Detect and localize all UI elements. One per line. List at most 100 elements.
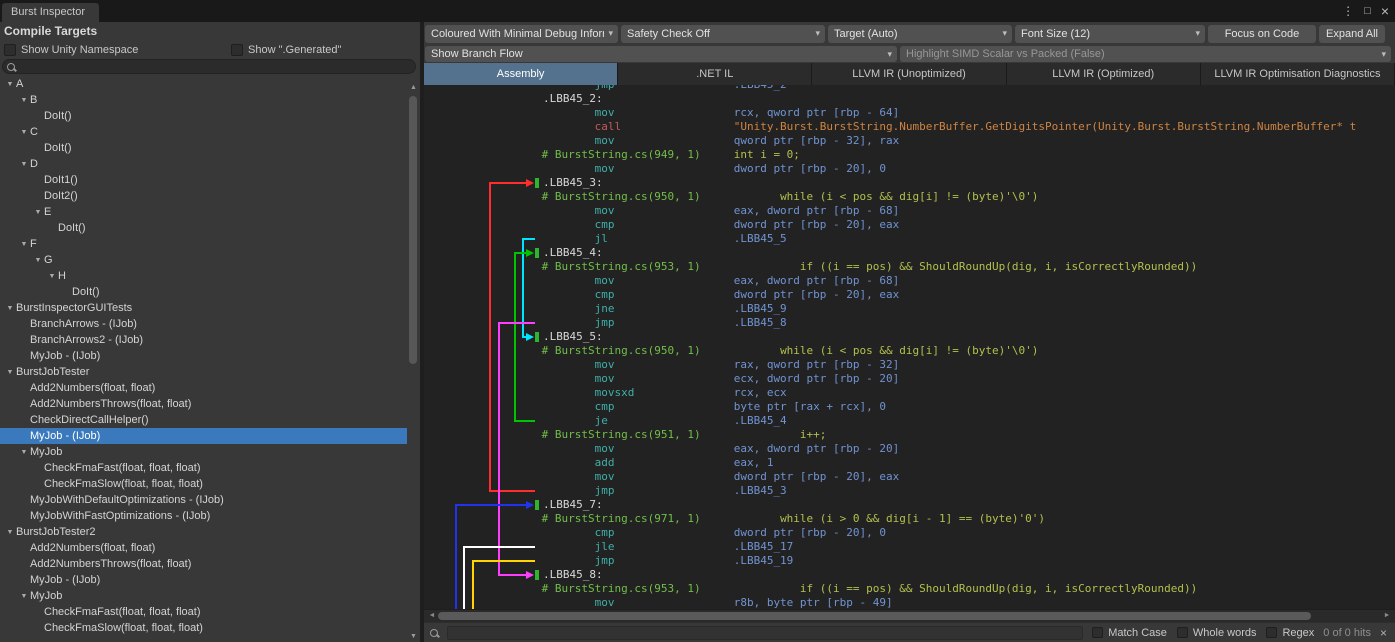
tree-item-doit[interactable]: DoIt() <box>0 220 407 236</box>
tree-item-add2numbersthrows-float-float[interactable]: Add2NumbersThrows(float, float) <box>0 396 407 412</box>
close-icon[interactable]: × <box>1381 3 1389 19</box>
dropdown-safety-check-off[interactable]: Safety Check Off▾ <box>621 25 825 43</box>
tree-item-label: Add2NumbersThrows(float, float) <box>30 558 191 570</box>
foldout-arrow-icon[interactable]: ▼ <box>18 241 30 248</box>
toggle-regex[interactable]: Regex <box>1266 627 1314 639</box>
tab-llvm-ir-optimized[interactable]: LLVM IR (Optimized) <box>1007 63 1201 85</box>
foldout-arrow-icon[interactable]: ▼ <box>18 593 30 600</box>
tree-item-brancharrows-ijob[interactable]: BranchArrows - (IJob) <box>0 316 407 332</box>
horizontal-scrollbar-thumb[interactable] <box>438 612 1311 620</box>
button-expand-all[interactable]: Expand All <box>1319 25 1385 43</box>
scroll-right-icon[interactable]: ► <box>1381 610 1393 622</box>
tree-item-add2numbers-float-float[interactable]: Add2Numbers(float, float) <box>0 540 407 556</box>
tree-item-checkdirectcallhelper[interactable]: CheckDirectCallHelper() <box>0 412 407 428</box>
tree-item-add2numbersthrows-float-float[interactable]: Add2NumbersThrows(float, float) <box>0 556 407 572</box>
foldout-arrow-icon[interactable]: ▼ <box>4 369 16 376</box>
dropdown-target-auto[interactable]: Target (Auto)▾ <box>828 25 1012 43</box>
branch-arrow-yellow <box>473 561 535 609</box>
maximize-icon[interactable]: □ <box>1364 5 1371 17</box>
assembly-code-view[interactable]: jmp .LBB45_2.LBB45_2: mov rcx, qword ptr… <box>424 85 1395 609</box>
toolbar-row-primary: Coloured With Minimal Debug Information▾… <box>424 22 1395 45</box>
compile-targets-header: Compile Targets <box>4 24 97 38</box>
tree-item-checkfmaslow-float-float-float[interactable]: CheckFmaSlow(float, float, float) <box>0 620 407 636</box>
tab-net-il[interactable]: .NET IL <box>618 63 812 85</box>
checkbox-box[interactable] <box>1266 627 1277 638</box>
tree-item-add2numbers-float-float[interactable]: Add2Numbers(float, float) <box>0 380 407 396</box>
find-input[interactable] <box>448 631 1082 642</box>
foldout-arrow-icon[interactable]: ▼ <box>18 129 30 136</box>
tree-item-h[interactable]: ▼H <box>0 268 407 284</box>
toggle-whole-words[interactable]: Whole words <box>1177 627 1257 639</box>
toggle-match-case[interactable]: Match Case <box>1092 627 1167 639</box>
tree-item-doit1[interactable]: DoIt1() <box>0 172 407 188</box>
foldout-arrow-icon[interactable]: ▼ <box>18 161 30 168</box>
branch-arrowhead-magenta <box>526 571 534 579</box>
scroll-up-icon[interactable]: ▲ <box>407 84 420 91</box>
tab-llvm-ir-unoptimized[interactable]: LLVM IR (Unoptimized) <box>812 63 1006 85</box>
dropdown-show-branch-flow[interactable]: Show Branch Flow▾ <box>425 46 897 62</box>
foldout-arrow-icon[interactable]: ▼ <box>4 529 16 536</box>
control-label: Show Branch Flow <box>431 48 883 60</box>
branch-target-marker <box>535 500 539 510</box>
tree-item-d[interactable]: ▼D <box>0 156 407 172</box>
foldout-arrow-icon[interactable]: ▼ <box>18 97 30 104</box>
scroll-down-icon[interactable]: ▼ <box>407 633 420 640</box>
dropdown-highlight-simd-scalar-vs-packed-false[interactable]: Highlight SIMD Scalar vs Packed (False)▾ <box>900 46 1391 62</box>
tree-item-doit[interactable]: DoIt() <box>0 140 407 156</box>
menu-icon[interactable]: ⋮ <box>1342 4 1354 18</box>
tree-item-f[interactable]: ▼F <box>0 236 407 252</box>
dropdown-coloured-with-minimal-debug-information[interactable]: Coloured With Minimal Debug Information▾ <box>425 25 618 43</box>
tree-scrollbar-thumb[interactable] <box>409 96 417 364</box>
tree-item-g[interactable]: ▼G <box>0 252 407 268</box>
tree-item-e[interactable]: ▼E <box>0 204 407 220</box>
tree-item-myjobwithdefaultoptimizations-ijob[interactable]: MyJobWithDefaultOptimizations - (IJob) <box>0 492 407 508</box>
checkbox-show-generated[interactable]: Show ".Generated" <box>231 44 341 56</box>
dropdown-font-size-12[interactable]: Font Size (12)▾ <box>1015 25 1205 43</box>
tree-item-c[interactable]: ▼C <box>0 124 407 140</box>
tree-item-myjob-ijob[interactable]: MyJob - (IJob) <box>0 348 407 364</box>
tree-item-burstjobtester2[interactable]: ▼BurstJobTester2 <box>0 524 407 540</box>
tree-item-myjobwithfastoptimizations-ijob[interactable]: MyJobWithFastOptimizations - (IJob) <box>0 508 407 524</box>
tree-item-myjob[interactable]: ▼MyJob <box>0 588 407 604</box>
tree-item-doit[interactable]: DoIt() <box>0 108 407 124</box>
tree-item-a[interactable]: ▼A <box>0 76 407 92</box>
checkbox-show-unity-namespace[interactable]: Show Unity Namespace <box>4 44 138 56</box>
tree-item-myjob-ijob[interactable]: MyJob - (IJob) <box>0 572 407 588</box>
checkbox-box[interactable] <box>1177 627 1188 638</box>
tree-item-checkfmaslow-float-float-float[interactable]: CheckFmaSlow(float, float, float) <box>0 476 407 492</box>
foldout-arrow-icon[interactable]: ▼ <box>32 257 44 264</box>
tree-item-checkfmafast-float-float-float[interactable]: CheckFmaFast(float, float, float) <box>0 604 407 620</box>
asm-line: mov eax, dword ptr [rbp - 68] <box>535 204 1395 218</box>
foldout-arrow-icon[interactable]: ▼ <box>4 81 16 88</box>
checkbox-box[interactable] <box>1092 627 1103 638</box>
tree-item-myjob-ijob[interactable]: MyJob - (IJob) <box>0 428 407 444</box>
tree-item-burstjobtester[interactable]: ▼BurstJobTester <box>0 364 407 380</box>
foldout-arrow-icon[interactable]: ▼ <box>32 209 44 216</box>
checkbox-box[interactable] <box>4 44 16 56</box>
find-close-icon[interactable]: × <box>1380 626 1387 640</box>
tree-item-burstinspectorguitests[interactable]: ▼BurstInspectorGUITests <box>0 300 407 316</box>
checkbox-box[interactable] <box>231 44 243 56</box>
scroll-left-icon[interactable]: ◄ <box>426 610 438 622</box>
tree-item-doit[interactable]: DoIt() <box>0 284 407 300</box>
tab-llvm-ir-optimisation-diagnostics[interactable]: LLVM IR Optimisation Diagnostics <box>1201 63 1395 85</box>
control-label: Safety Check Off <box>627 28 811 40</box>
foldout-arrow-icon[interactable]: ▼ <box>18 449 30 456</box>
tree-item-label: F <box>30 238 37 250</box>
foldout-arrow-icon[interactable]: ▼ <box>4 305 16 312</box>
tab-assembly[interactable]: Assembly <box>424 63 618 85</box>
tree-item-myjob[interactable]: ▼MyJob <box>0 444 407 460</box>
asm-label: .LBB45_2: <box>535 92 603 105</box>
button-focus-on-code[interactable]: Focus on Code <box>1208 25 1316 43</box>
tree-item-label: CheckDirectCallHelper() <box>30 414 149 426</box>
asm-line: mov dword ptr [rbp - 20], eax <box>535 470 1395 484</box>
tree-item-checkfmafast-float-float-float[interactable]: CheckFmaFast(float, float, float) <box>0 460 407 476</box>
foldout-arrow-icon[interactable]: ▼ <box>46 273 58 280</box>
tree-item-doit2[interactable]: DoIt2() <box>0 188 407 204</box>
asm-label: .LBB45_3: <box>535 176 603 189</box>
tree-item-brancharrows2-ijob[interactable]: BranchArrows2 - (IJob) <box>0 332 407 348</box>
tree-item-b[interactable]: ▼B <box>0 92 407 108</box>
target-search-input[interactable] <box>15 60 415 73</box>
window-tab-burst-inspector[interactable]: Burst Inspector <box>2 3 99 22</box>
tree-item-label: MyJobWithDefaultOptimizations - (IJob) <box>30 494 224 506</box>
